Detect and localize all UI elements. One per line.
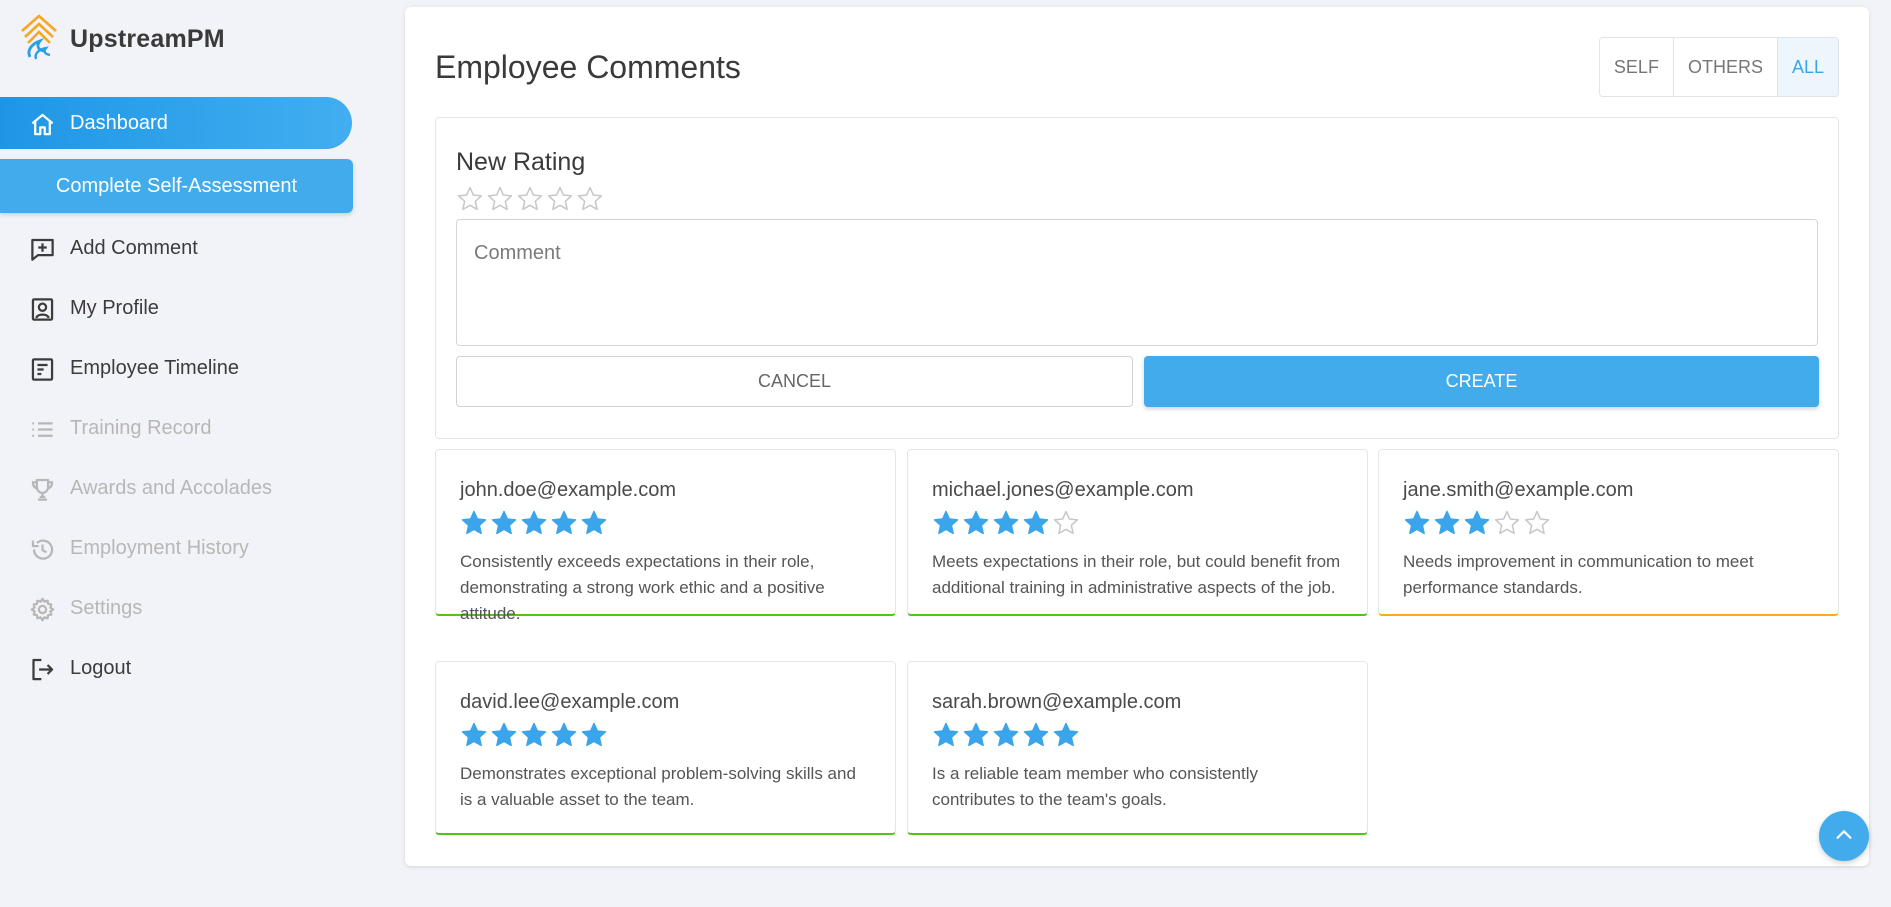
- comment-input[interactable]: [456, 219, 1818, 346]
- comment-card: david.lee@example.com Demonstrates excep…: [435, 661, 896, 835]
- comment-author-email: jane.smith@example.com: [1403, 479, 1634, 501]
- star-empty-icon[interactable]: [546, 185, 574, 213]
- sidebar-item-add-comment[interactable]: Add Comment: [0, 222, 352, 274]
- new-rating-title: New Rating: [456, 148, 586, 176]
- sidebar-item-label: Awards and Accolades: [70, 476, 272, 499]
- star-empty-icon[interactable]: [456, 185, 484, 213]
- sidebar-item-employment-history[interactable]: Employment History: [0, 522, 352, 574]
- star-filled-icon: [1052, 721, 1080, 749]
- history-icon: [28, 535, 56, 563]
- chevron-up-icon: [1833, 824, 1855, 849]
- comment-author-email: sarah.brown@example.com: [932, 691, 1182, 713]
- sidebar-item-dashboard[interactable]: Dashboard: [0, 97, 352, 149]
- brand[interactable]: UpstreamPM: [18, 13, 225, 66]
- comment-author-email: michael.jones@example.com: [932, 479, 1194, 501]
- star-empty-icon[interactable]: [576, 185, 604, 213]
- comment-rating-stars: [460, 721, 608, 749]
- star-filled-icon: [460, 509, 488, 537]
- sidebar: UpstreamPM Dashboard Complete Self-Asses…: [0, 0, 360, 907]
- comment-text: Demonstrates exceptional problem-solving…: [460, 764, 856, 809]
- sidebar-item-logout[interactable]: Logout: [0, 642, 352, 694]
- logout-icon: [28, 655, 56, 683]
- home-icon: [28, 110, 56, 138]
- new-rating-form: New Rating CANCEL CREATE: [435, 117, 1839, 439]
- sidebar-item-settings[interactable]: Settings: [0, 582, 352, 634]
- filter-all-button[interactable]: ALL: [1776, 38, 1838, 96]
- comment-text: Needs improvement in communication to me…: [1403, 552, 1754, 597]
- new-rating-stars: [456, 185, 604, 213]
- comment-card: jane.smith@example.com Needs improvement…: [1378, 449, 1839, 616]
- comment-rating-stars: [932, 509, 1080, 537]
- page-title: Employee Comments: [435, 49, 741, 85]
- complete-self-assessment-button[interactable]: Complete Self-Assessment: [0, 159, 353, 213]
- add-comment-icon: [28, 235, 56, 263]
- scroll-to-top-button[interactable]: [1819, 811, 1869, 861]
- list-icon: [28, 415, 56, 443]
- star-empty-icon[interactable]: [516, 185, 544, 213]
- comment-author-email: john.doe@example.com: [460, 479, 676, 501]
- filter-others-button[interactable]: OTHERS: [1672, 38, 1777, 96]
- comment-list: john.doe@example.com Consistently exceed…: [435, 449, 1839, 849]
- sidebar-item-employee-timeline[interactable]: Employee Timeline: [0, 342, 352, 394]
- star-filled-icon: [490, 721, 518, 749]
- star-filled-icon: [1433, 509, 1461, 537]
- star-empty-icon: [1493, 509, 1521, 537]
- comment-rating-stars: [1403, 509, 1551, 537]
- trophy-icon: [28, 475, 56, 503]
- star-filled-icon: [580, 509, 608, 537]
- main-card: Employee Comments SELF OTHERS ALL New Ra…: [405, 7, 1869, 866]
- star-filled-icon: [962, 509, 990, 537]
- sidebar-item-label: My Profile: [70, 296, 159, 319]
- star-filled-icon: [460, 721, 488, 749]
- sidebar-item-label: Add Comment: [70, 236, 198, 259]
- comment-filter-group: SELF OTHERS ALL: [1598, 37, 1839, 97]
- create-button[interactable]: CREATE: [1144, 356, 1819, 407]
- upstreampm-logo-icon: [18, 13, 60, 66]
- app-name: UpstreamPM: [70, 24, 225, 53]
- comment-card: sarah.brown@example.com Is a reliable te…: [907, 661, 1368, 835]
- star-empty-icon: [1052, 509, 1080, 537]
- star-filled-icon: [962, 721, 990, 749]
- filter-self-button[interactable]: SELF: [1599, 38, 1673, 96]
- comment-card: john.doe@example.com Consistently exceed…: [435, 449, 896, 623]
- star-filled-icon: [580, 721, 608, 749]
- comment-card: michael.jones@example.com Meets expectat…: [907, 449, 1368, 616]
- sidebar-item-label: Settings: [70, 596, 143, 619]
- cancel-button[interactable]: CANCEL: [456, 356, 1133, 407]
- star-filled-icon: [550, 509, 578, 537]
- timeline-icon: [28, 355, 56, 383]
- star-empty-icon: [1523, 509, 1551, 537]
- sidebar-item-awards[interactable]: Awards and Accolades: [0, 462, 352, 514]
- comment-rating-stars: [932, 721, 1080, 749]
- star-filled-icon: [932, 721, 960, 749]
- comment-text: Consistently exceeds expectations in the…: [460, 552, 825, 623]
- star-filled-icon: [1463, 509, 1491, 537]
- sidebar-item-training-record[interactable]: Training Record: [0, 402, 352, 454]
- comment-author-email: david.lee@example.com: [460, 691, 680, 713]
- sidebar-item-label: Dashboard: [70, 111, 168, 134]
- profile-icon: [28, 295, 56, 323]
- star-filled-icon: [550, 721, 578, 749]
- star-filled-icon: [992, 509, 1020, 537]
- star-filled-icon: [1022, 509, 1050, 537]
- star-filled-icon: [932, 509, 960, 537]
- gear-icon: [28, 595, 56, 623]
- sidebar-item-label: Logout: [70, 656, 132, 679]
- comment-rating-stars: [460, 509, 608, 537]
- sidebar-item-label: Employment History: [70, 536, 249, 559]
- star-filled-icon: [520, 721, 548, 749]
- star-empty-icon[interactable]: [486, 185, 514, 213]
- star-filled-icon: [490, 509, 518, 537]
- star-filled-icon: [520, 509, 548, 537]
- comment-text: Is a reliable team member who consistent…: [932, 764, 1258, 809]
- sidebar-item-my-profile[interactable]: My Profile: [0, 282, 352, 334]
- comment-text: Meets expectations in their role, but co…: [932, 552, 1341, 597]
- star-filled-icon: [1403, 509, 1431, 537]
- sidebar-item-label: Employee Timeline: [70, 356, 239, 379]
- star-filled-icon: [992, 721, 1020, 749]
- sidebar-item-label: Training Record: [70, 416, 212, 439]
- star-filled-icon: [1022, 721, 1050, 749]
